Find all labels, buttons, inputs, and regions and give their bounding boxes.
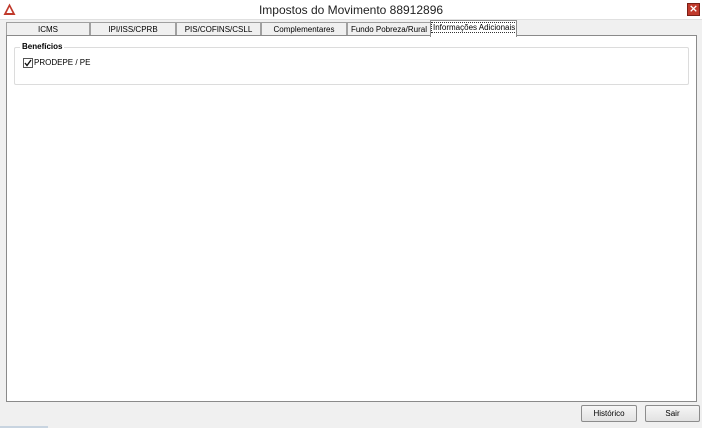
checkbox-label: PRODEPE / PE	[34, 58, 91, 67]
tab-label: IPI/ISS/CPRB	[108, 25, 158, 34]
tab-label: Complementares	[273, 25, 335, 34]
check-mark-icon	[24, 59, 32, 67]
title-bar: Impostos do Movimento 88912896 ×	[0, 0, 702, 20]
tab-label: Fundo Pobreza/Rural	[350, 25, 428, 34]
prodepe-checkbox[interactable]	[23, 58, 33, 68]
tab-strip: ICMS IPI/ISS/CPRB PIS/COFINS/CSLL Comple…	[6, 20, 696, 37]
tab-ipi-iss-cprb[interactable]: IPI/ISS/CPRB	[90, 22, 176, 36]
history-button[interactable]: Histórico	[581, 405, 637, 422]
tab-informacoes-adicionais[interactable]: Informações Adicionais	[430, 20, 517, 37]
tab-fundo-pobreza-rural[interactable]: Fundo Pobreza/Rural	[347, 22, 431, 36]
close-button[interactable]: ×	[687, 3, 700, 16]
tab-label: Informações Adicionais	[431, 22, 516, 33]
exit-button[interactable]: Sair	[645, 405, 700, 422]
tab-complementares[interactable]: Complementares	[261, 22, 347, 36]
tab-icms[interactable]: ICMS	[6, 22, 90, 36]
tab-pis-cofins-csll[interactable]: PIS/COFINS/CSLL	[176, 22, 261, 36]
group-title: Benefícios	[20, 42, 65, 51]
window-title: Impostos do Movimento 88912896	[258, 3, 444, 17]
prodepe-checkbox-row[interactable]: PRODEPE / PE	[23, 57, 90, 69]
tab-label: PIS/COFINS/CSLL	[184, 25, 253, 34]
tab-label: ICMS	[38, 25, 58, 34]
beneficios-groupbox: Benefícios PRODEPE / PE	[14, 42, 689, 85]
footer-bar: Histórico Sair	[0, 402, 702, 428]
tab-panel: Benefícios PRODEPE / PE	[6, 35, 697, 402]
